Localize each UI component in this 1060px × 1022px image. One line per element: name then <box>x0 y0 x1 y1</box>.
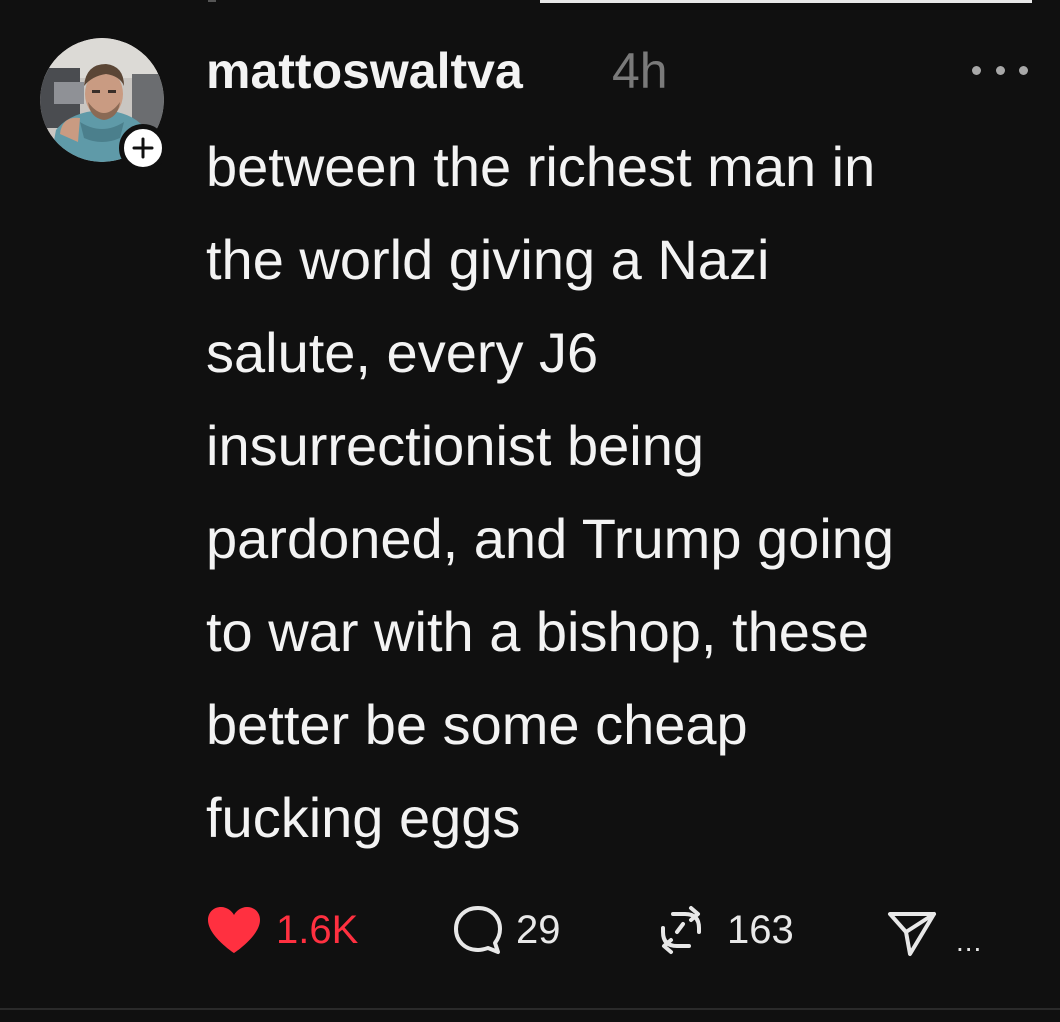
post-body-line: between the richest man in <box>206 135 876 198</box>
repost-button[interactable]: 163 <box>655 900 794 960</box>
post-body-line: better be some cheap <box>206 693 748 756</box>
post-card: mattoswaltva 4h between the richest man … <box>0 0 1060 1022</box>
send-icon <box>888 912 936 956</box>
post-timestamp[interactable]: 4h <box>612 40 668 102</box>
dot <box>1019 65 1028 75</box>
top-divider <box>540 0 1032 3</box>
avatar-container[interactable] <box>40 38 167 172</box>
post-body-line: fucking eggs <box>206 786 521 849</box>
plus-icon <box>132 137 154 159</box>
reply-count: 29 <box>516 908 561 952</box>
repost-count: 163 <box>727 908 794 952</box>
username-link[interactable]: mattoswaltva <box>206 40 523 102</box>
bottom-divider <box>0 1008 1060 1010</box>
dot <box>995 65 1005 75</box>
post-body-line: insurrectionist being <box>206 414 705 477</box>
post-body-line: pardoned, and Trump going <box>206 507 895 570</box>
like-button[interactable]: 1.6K <box>206 900 358 960</box>
dot <box>972 65 981 75</box>
share-more-indicator: ... <box>956 926 983 957</box>
like-count: 1.6K <box>276 908 359 952</box>
post-body-line: the world giving a Nazi <box>206 228 770 291</box>
heart-icon <box>208 907 260 953</box>
post-body-line: to war with a bishop, these <box>206 600 870 663</box>
reply-button[interactable]: 29 <box>452 900 561 960</box>
share-button[interactable] <box>886 904 938 964</box>
post-body: between the richest man in the world giv… <box>206 120 1026 864</box>
follow-button[interactable] <box>119 124 167 172</box>
repost-icon <box>661 906 701 954</box>
thread-line <box>208 0 216 2</box>
more-options-icon[interactable] <box>972 60 1028 80</box>
post-body-line: salute, every J6 <box>206 321 599 384</box>
comment-bubble-icon <box>454 906 502 954</box>
